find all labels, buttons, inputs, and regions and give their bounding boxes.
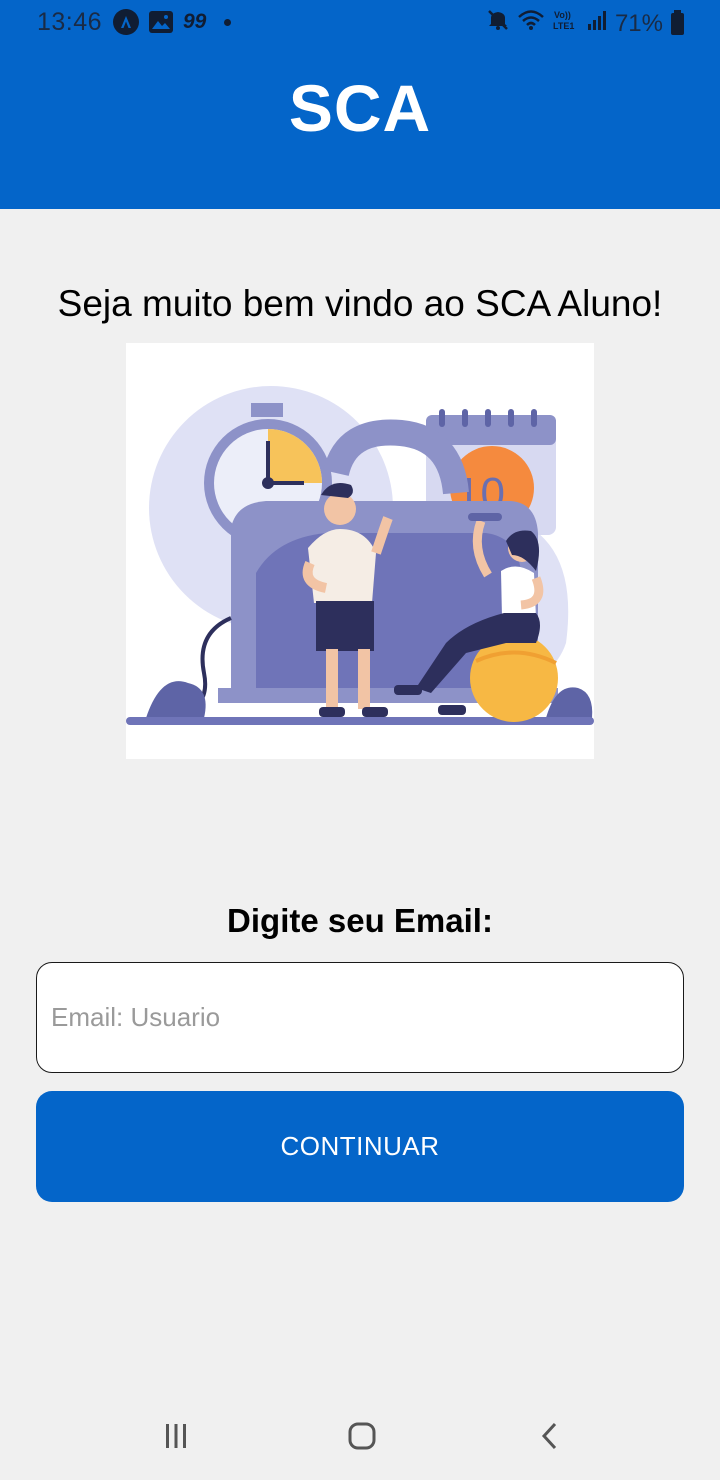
signal-icon xyxy=(587,9,607,38)
status-time: 13:46 xyxy=(37,8,103,36)
continue-button[interactable]: CONTINUAR xyxy=(36,1091,684,1202)
back-icon xyxy=(539,1421,561,1456)
home-button[interactable] xyxy=(332,1418,392,1458)
email-label: Digite seu Email: xyxy=(227,902,493,939)
status-left-icons: 99 xyxy=(113,9,232,35)
volte-icon: Vo)) LTE1 xyxy=(553,8,579,39)
app-header: 13:46 99 Vo)) LTE1 71% SCA xyxy=(0,0,720,209)
wifi-icon xyxy=(517,9,545,38)
fitness-illustration: 10 xyxy=(126,343,594,759)
home-icon xyxy=(347,1421,377,1456)
app-title: SCA xyxy=(288,71,432,145)
system-nav-bar xyxy=(0,1396,720,1480)
welcome-text: Seja muito bem vindo ao SCA Aluno! xyxy=(57,283,663,324)
back-button[interactable] xyxy=(520,1418,580,1458)
battery-icon xyxy=(671,9,684,35)
battery-percent: 71% xyxy=(614,9,663,37)
email-input[interactable] xyxy=(36,962,684,1073)
svg-text:LTE1: LTE1 xyxy=(553,21,574,31)
recents-button[interactable] xyxy=(146,1418,206,1458)
mute-icon xyxy=(487,9,509,38)
notification-dot-icon xyxy=(224,18,232,26)
status-right-icons: Vo)) LTE1 71% xyxy=(487,8,684,39)
svg-text:Vo)): Vo)) xyxy=(554,10,571,20)
a-circle-icon xyxy=(113,9,139,35)
image-icon xyxy=(149,11,173,33)
status-bar: 13:46 99 Vo)) LTE1 71% xyxy=(0,0,720,44)
notification-badge: 99 xyxy=(183,10,207,33)
recents-icon xyxy=(162,1422,190,1455)
